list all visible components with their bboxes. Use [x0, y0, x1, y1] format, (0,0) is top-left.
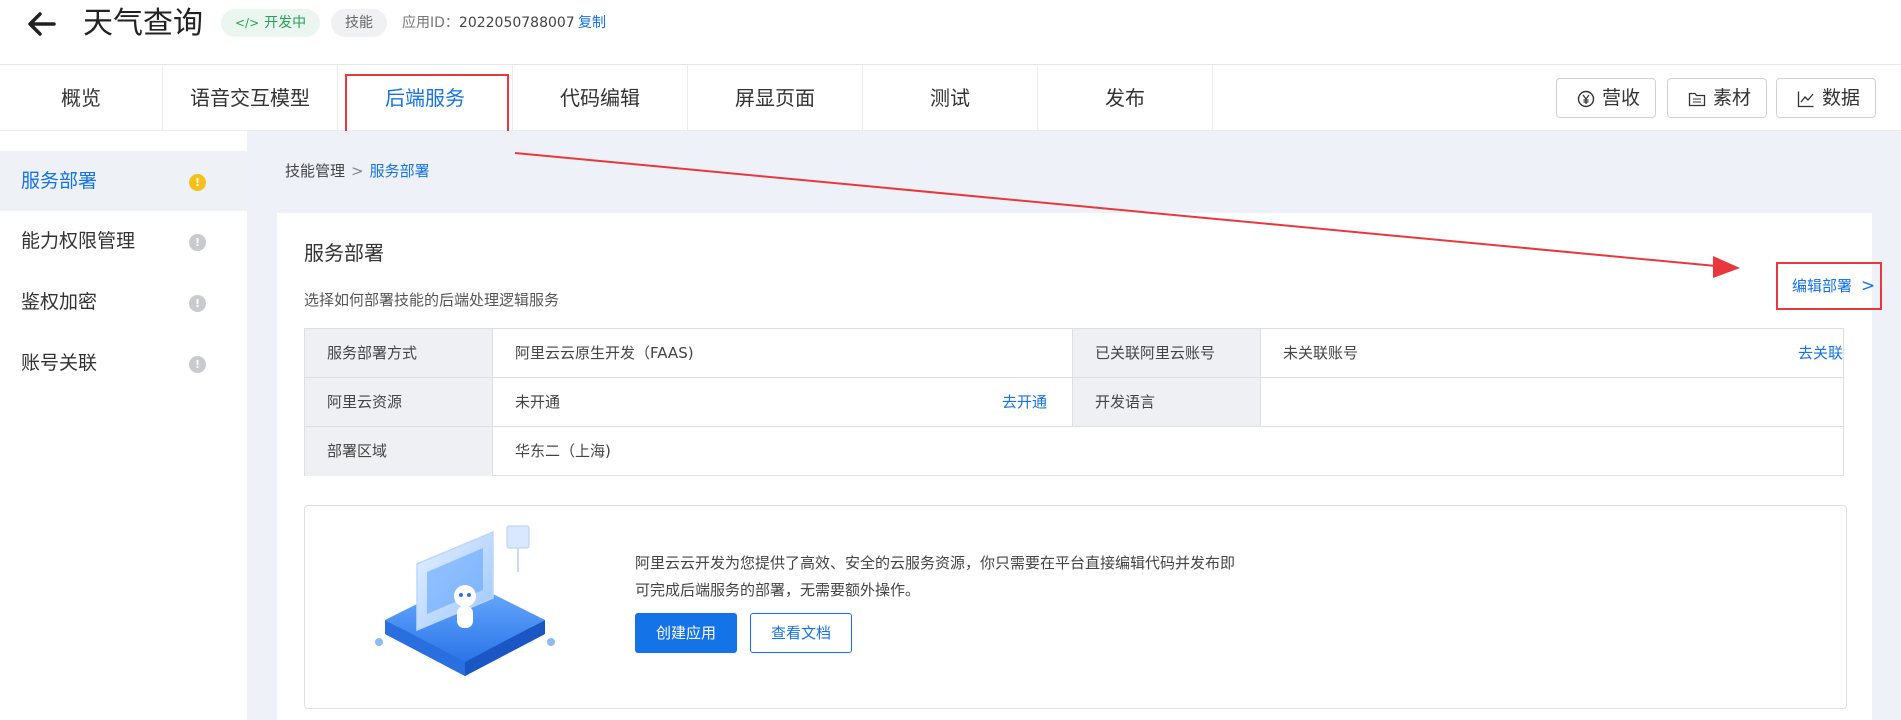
data-label: 数据 [1822, 87, 1861, 109]
info-icon: ! [189, 356, 206, 373]
sidebar-item-label: 账号关联 [21, 352, 98, 374]
table-value: 华东二（上海) [515, 442, 611, 460]
table-key: 阿里云资源 [305, 378, 493, 426]
view-docs-button[interactable]: 查看文档 [750, 613, 852, 653]
code-icon: </> [235, 16, 260, 30]
table-key: 服务部署方式 [305, 329, 493, 377]
material-button[interactable]: 素材 [1667, 78, 1767, 118]
info-icon: ! [189, 295, 206, 312]
material-label: 素材 [1713, 87, 1752, 109]
tab-voice-model[interactable]: 语音交互模型 [163, 65, 338, 131]
type-badge: 技能 [331, 9, 387, 37]
edit-deploy-label: 编辑部署 [1792, 277, 1853, 295]
folder-icon [1688, 92, 1706, 107]
link-account-link[interactable]: 去关联 [1798, 329, 1843, 377]
table-row: 服务部署方式 阿里云云原生开发（FAAS) 已关联阿里云账号 未关联账号 去关联 [305, 329, 1843, 378]
status-badge-label: 开发中 [264, 15, 307, 31]
breadcrumb: 技能管理 > 服务部署 [285, 161, 430, 181]
warning-icon: ! [189, 174, 206, 191]
sidebar-item-label: 能力权限管理 [21, 230, 136, 252]
revenue-label: 营收 [1602, 87, 1641, 109]
tab-test[interactable]: 测试 [863, 65, 1038, 131]
table-value [1261, 378, 1843, 426]
data-button[interactable]: 数据 [1776, 78, 1876, 118]
card-description: 选择如何部署技能的后端处理逻辑服务 [304, 291, 560, 309]
promo-description: 阿里云云开发为您提供了高效、安全的云服务资源，你只需要在平台直接编辑代码并发布即… [635, 554, 1236, 599]
tab-screen-page[interactable]: 屏显页面 [688, 65, 863, 131]
tab-overview[interactable]: 概览 [0, 65, 163, 131]
yen-icon [1577, 90, 1595, 108]
cloud-promo-box: 阿里云云开发为您提供了高效、安全的云服务资源，你只需要在平台直接编辑代码并发布即… [304, 505, 1847, 709]
back-arrow-icon[interactable] [24, 6, 60, 42]
table-row: 部署区域 华东二（上海) [305, 427, 1843, 476]
sidebar-item-permission[interactable]: 能力权限管理 ! [0, 211, 247, 271]
sidebar: 服务部署 ! 能力权限管理 ! 鉴权加密 ! 账号关联 ! [0, 131, 247, 720]
table-value: 未开通 [493, 378, 1073, 426]
table-value: 未关联账号 [1283, 344, 1359, 362]
breadcrumb-root[interactable]: 技能管理 [285, 162, 345, 180]
info-icon: ! [189, 234, 206, 251]
table-key: 部署区域 [305, 427, 493, 476]
app-id-label: 应用ID： [402, 15, 459, 31]
sidebar-item-label: 鉴权加密 [21, 291, 98, 313]
cloud-robot-illustration-icon [375, 525, 555, 676]
edit-deploy-link[interactable]: 编辑部署 > [1776, 262, 1882, 310]
app-id: 应用ID：2022050788007 [402, 9, 575, 37]
tab-publish[interactable]: 发布 [1038, 65, 1213, 131]
sidebar-item-auth-encrypt[interactable]: 鉴权加密 ! [0, 272, 247, 332]
deploy-card: 服务部署 选择如何部署技能的后端处理逻辑服务 编辑部署 > 服务部署方式 阿里云… [277, 213, 1882, 720]
table-value: 阿里云云原生开发（FAAS) [493, 329, 1073, 377]
status-badge: </> 开发中 [221, 9, 321, 37]
revenue-button[interactable]: 营收 [1556, 78, 1656, 118]
app-header: 天气查询 </> 开发中 技能 应用ID：2022050788007 复制 [0, 0, 1901, 65]
chevron-right-icon: > [1861, 276, 1876, 296]
deploy-info-table: 服务部署方式 阿里云云原生开发（FAAS) 已关联阿里云账号 未关联账号 去关联… [304, 328, 1844, 476]
line-chart-icon [1797, 91, 1814, 108]
app-id-value: 2022050788007 [458, 15, 575, 31]
main-content: 技能管理 > 服务部署 服务部署 选择如何部署技能的后端处理逻辑服务 编辑部署 > … [247, 131, 1901, 720]
create-app-button[interactable]: 创建应用 [635, 613, 737, 653]
sidebar-item-account-link[interactable]: 账号关联 ! [0, 333, 247, 393]
breadcrumb-separator-icon: > [351, 162, 364, 180]
copy-app-id-link[interactable]: 复制 [578, 9, 606, 37]
card-title: 服务部署 [304, 241, 384, 265]
table-row: 阿里云资源 未开通 去开通 开发语言 [305, 378, 1843, 427]
tab-code-edit[interactable]: 代码编辑 [513, 65, 688, 131]
table-key: 已关联阿里云账号 [1073, 329, 1261, 377]
sidebar-item-service-deploy[interactable]: 服务部署 ! [0, 151, 247, 211]
activate-resource-link[interactable]: 去开通 [1002, 378, 1047, 426]
tab-backend-service[interactable]: 后端服务 [338, 65, 513, 131]
table-key: 开发语言 [1073, 378, 1261, 426]
sidebar-item-label: 服务部署 [21, 170, 98, 192]
breadcrumb-current: 服务部署 [369, 162, 430, 180]
app-title: 天气查询 [83, 6, 203, 41]
